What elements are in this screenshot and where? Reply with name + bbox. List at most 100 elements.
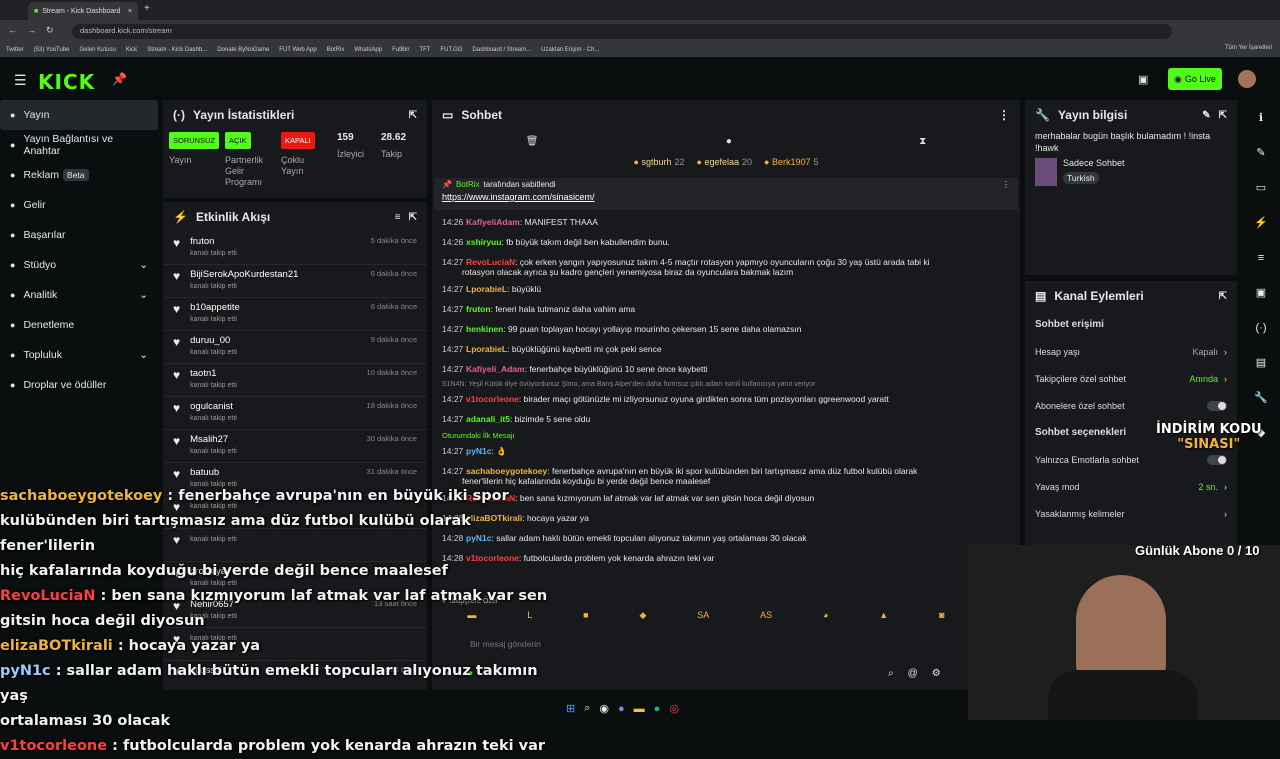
chevron-down-icon[interactable]: ⌄ [139,289,148,301]
sub-only-toggle[interactable] [1207,400,1227,411]
chat-username[interactable]: pyN1c [466,446,492,456]
follower-name[interactable]: fruton [190,236,237,247]
sidebar-item[interactable]: ● Droplar ve ödüller [0,370,158,400]
top-chatter[interactable]: ● Berk1907 5 [764,157,819,167]
menu-icon[interactable]: ☰ [14,72,27,89]
emote-only-toggle[interactable] [1207,454,1227,465]
windows-icon[interactable]: ⊞ [566,702,575,715]
info-icon[interactable]: ℹ [1242,100,1280,135]
sidebar-item[interactable]: ● Denetleme [0,310,158,340]
edit-icon[interactable]: ✎ [1202,110,1210,121]
chat-username[interactable]: LporabieL [466,284,507,294]
bookmark-item[interactable]: FUT Web App [279,47,316,53]
bookmark-item[interactable]: Twitter [6,47,24,53]
sub-only-row[interactable]: Abonelere özel sohbet [1025,392,1237,419]
pin-icon[interactable]: 📌 [112,72,127,86]
follower-name[interactable]: b10appetite [190,302,240,313]
banned-words-row[interactable]: Yasaklanmış kelimeler › [1025,500,1237,527]
camera-icon[interactable]: ▣ [1138,73,1148,86]
follower-name[interactable]: Msalih27 [190,434,237,445]
follower-name[interactable]: taotn1 [190,368,237,379]
bookmark-item[interactable]: TFT [419,47,430,53]
follower-name[interactable]: BijiSerokApoKurdestan21 [190,269,298,280]
chevron-down-icon[interactable]: ⌄ [139,349,148,361]
more-icon[interactable]: ⋮ [1002,180,1010,189]
filter-icon[interactable]: ≡ [395,212,401,223]
chat-username[interactable]: henkinen [466,324,503,334]
top-chatter[interactable]: ● egefelaa 20 [696,157,752,167]
popout-icon[interactable]: ⇱ [1219,110,1227,121]
address-bar[interactable]: dashboard.kick.com/stream [72,24,1172,39]
bookmark-item[interactable]: BotRix [327,47,345,53]
panel-icon[interactable]: ▭ [1242,170,1280,205]
hourglass-icon[interactable]: ⧗ [919,136,926,147]
sidebar-item[interactable]: ● Stüdyo ⌄ [0,250,158,280]
chat-icon[interactable]: ▣ [1242,275,1280,310]
chat-username[interactable]: fruton [466,304,491,314]
all-bookmarks[interactable]: Tüm Yer İşaretleri [1225,45,1272,51]
popout-icon[interactable]: ⇱ [409,110,417,121]
bookmark-item[interactable]: Gelen Kutusu [79,47,115,53]
close-tab-icon[interactable]: × [128,8,132,15]
new-tab-icon[interactable]: + [144,3,150,14]
broadcast-icon[interactable]: (·) [1242,310,1280,345]
sidebar-item[interactable]: ● Gelir [0,190,158,220]
follower-name[interactable]: ogulcanist [190,401,237,412]
top-chatter[interactable]: ● sgtburh 22 [633,157,684,167]
chat-username[interactable]: xshiryuu [466,237,501,247]
popout-icon[interactable]: ⇱ [1219,291,1227,302]
slow-mode-row[interactable]: Yavaş mod 2 sn. › [1025,473,1237,500]
bookmark-item[interactable]: Kick [126,47,137,53]
gear-icon[interactable]: ⚙ [932,668,941,679]
chat-username[interactable]: adanali_it5 [466,414,510,424]
folder-icon[interactable]: ▬ [634,703,645,715]
forward-icon[interactable]: → [27,25,36,36]
go-live-button[interactable]: ◉ Go Live [1168,68,1222,90]
bolt-icon[interactable]: ⚡ [1242,205,1280,240]
channel-action-row[interactable]: Takipçilere özel sohbet Anında › [1025,365,1237,392]
sidebar-item[interactable]: ● Başarılar [0,220,158,250]
chat-username[interactable]: v1tocorleone [466,394,519,404]
bookmark-item[interactable]: (53) YouTube [34,47,70,53]
kick-logo[interactable]: KICK [38,70,95,94]
more-icon[interactable]: ⋮ [998,108,1010,122]
sidebar-item[interactable]: ● Reklam Beta [0,160,158,190]
app-icon[interactable]: ◉ [599,702,609,715]
reload-icon[interactable]: ↻ [46,25,54,36]
bookmark-item[interactable]: Donate ByNoGame [217,47,269,53]
bookmark-item[interactable]: Stream - Kick Dashb... [147,47,207,53]
at-icon[interactable]: @ [908,668,918,679]
list-icon[interactable]: ≡ [1242,240,1280,275]
popout-icon[interactable]: ⇱ [409,212,417,223]
chat-username[interactable]: LporabieL [466,344,507,354]
category-name[interactable]: Sadece Sohbet [1063,158,1125,168]
channel-action-row[interactable]: Hesap yaşı Kapalı › [1025,338,1237,365]
sidebar-item[interactable]: ● Yayın [0,100,158,130]
chat-username[interactable]: RevoLuciaN [466,257,515,267]
chat-username[interactable]: KaflyeliAdam [466,217,520,227]
discord-icon[interactable]: ● [618,703,625,715]
chrome-icon[interactable]: ◎ [669,702,679,715]
chat-username[interactable]: Kafiyeli_Adam [466,364,525,374]
follower-name[interactable]: duruu_00 [190,335,237,346]
sidebar-item[interactable]: ● Yayın Bağlantısı ve Anahtar [0,130,158,160]
bookmark-item[interactable]: WhatsApp [354,47,382,53]
trash-icon[interactable]: 🗑 [526,136,539,147]
chevron-down-icon[interactable]: ⌄ [139,259,148,271]
bookmark-item[interactable]: Dashboard / Stream... [472,47,531,53]
follower-name[interactable]: batuub [190,467,237,478]
browser-tab[interactable]: ■ Stream - Kick Dashboard × [28,2,138,20]
avatar[interactable] [1238,70,1256,88]
pinned-link[interactable]: https://www.instagram.com/sinasicem/ [442,192,1010,202]
bubble-icon[interactable]: ● [726,136,732,147]
sidebar-item[interactable]: ● Analitik ⌄ [0,280,158,310]
search-icon[interactable]: ⌕ [584,702,590,715]
bookmark-item[interactable]: Uzaktan Erişim - Ch... [541,47,599,53]
bookmark-item[interactable]: FutBin [392,47,409,53]
mod-icon[interactable]: ▤ [1242,345,1280,380]
pen-icon[interactable]: ✎ [1242,135,1280,170]
spotify-icon[interactable]: ● [654,703,661,715]
sidebar-item[interactable]: ● Topluluk ⌄ [0,340,158,370]
chat-username[interactable]: sachaboeygotekoey [466,466,547,476]
search-icon[interactable]: ⌕ [888,668,894,679]
